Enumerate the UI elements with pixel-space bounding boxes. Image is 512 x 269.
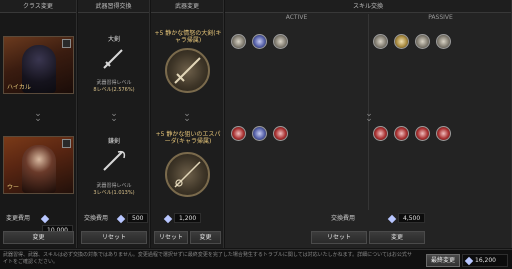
sickle-sword-icon	[103, 150, 126, 171]
passive-label: PASSIVE	[428, 14, 453, 21]
footer-note: 武器習得、武器、スキルは必ず交換の対象ではありません。変更過程で選択せずに最終変…	[3, 252, 412, 265]
current-character-portrait[interactable]: ハイカル	[3, 36, 74, 94]
burst-skill-icon[interactable]	[252, 126, 267, 141]
class-cost-label: 変更費用	[6, 215, 31, 222]
gem-icon	[40, 214, 50, 223]
chevron-down-icon: ⌄	[110, 114, 118, 124]
fang-skill-icon[interactable]	[273, 126, 288, 141]
gem-icon	[387, 214, 397, 223]
skill-swap-panel: スキル交換 ACTIVE PASSIVE ⌄ ⌄ 交換費用 4,500 リセット…	[225, 0, 512, 248]
shield-skill-icon[interactable]	[436, 34, 451, 49]
bird-skill-icon[interactable]	[273, 34, 288, 49]
skill-cost-value: 4,500	[398, 213, 426, 223]
target-character-portrait[interactable]: ウー	[3, 136, 74, 194]
active-label: ACTIVE	[285, 14, 308, 21]
skill-swap-header: スキル交換	[225, 0, 511, 13]
skill-reset-button[interactable]: リセット	[311, 231, 367, 244]
class-change-panel: クラス変更 ハイカル ⌄ ⌄ ウー 変更費用 10,000 変更	[0, 0, 77, 248]
final-cost-wrap: 16,200	[462, 254, 508, 267]
gem-icon	[464, 256, 474, 265]
weapon-change-header: 武器変更	[151, 0, 223, 13]
slash-skill-icon[interactable]	[231, 126, 246, 141]
swap-icon[interactable]	[62, 39, 71, 48]
weapon-cost-value-wrap: 1,200	[163, 213, 202, 225]
bottom-mastery-value: 3レベル(1.013%)	[93, 190, 135, 196]
top-weapon-slot[interactable]	[165, 48, 210, 93]
chevron-down-icon: ⌄	[365, 114, 373, 124]
class-change-button[interactable]: 変更	[3, 231, 74, 244]
wing-skill-icon[interactable]	[231, 34, 246, 49]
flame-skill-icon[interactable]	[373, 126, 388, 141]
heart-skill-icon[interactable]	[436, 126, 451, 141]
weapon-change-panel: 武器変更 +5 静かな情怒の大剣(キャラ帰属) ⌄ ⌄ +5 静かな狙いのエスパ…	[151, 0, 224, 248]
swap-icon[interactable]	[62, 139, 71, 148]
blade-skill-icon[interactable]	[415, 34, 430, 49]
top-mastery-value: 8レベル(2.576%)	[93, 87, 135, 93]
chevron-down-icon: ⌄	[34, 114, 42, 124]
skill-cost-label: 交換費用	[331, 215, 356, 222]
weapon-reset-button[interactable]: リセット	[154, 231, 188, 244]
chevron-down-icon: ⌄	[183, 114, 191, 124]
gem-skill-icon[interactable]	[394, 126, 409, 141]
target-character-name: ウー	[7, 184, 20, 191]
swirl-skill-icon[interactable]	[373, 34, 388, 49]
claw-skill-icon[interactable]	[415, 126, 430, 141]
class-change-header: クラス変更	[0, 0, 76, 13]
bottom-weapon-title: +5 静かな狙いのエスパーダ(キャラ帰属)	[155, 131, 221, 145]
bottom-weapon-slot[interactable]	[165, 152, 210, 197]
mastery-reset-button[interactable]: リセット	[81, 231, 147, 244]
current-character-name: ハイカル	[7, 84, 31, 91]
skill-cost-value-wrap: 4,500	[387, 213, 426, 225]
greatsword-icon	[103, 49, 123, 69]
gem-icon	[163, 214, 173, 223]
weapon-change-button[interactable]: 変更	[190, 231, 221, 244]
character-silhouette-icon	[22, 145, 56, 193]
top-mastery-label: 武器習得レベル	[96, 80, 132, 86]
greatsword-icon	[174, 57, 201, 84]
footer-bar: 武器習得、武器、スキルは必ず交換の対象ではありません。変更過程で選択せずに最終変…	[0, 249, 512, 269]
class-cost-value-wrap: 10,000	[40, 213, 76, 235]
weapon-mastery-header: 武器習得交換	[78, 0, 149, 13]
top-weapon-title: +5 静かな情怒の大剣(キャラ帰属)	[154, 30, 222, 44]
mastery-cost-value-wrap: 500	[116, 213, 149, 225]
bottom-weapon-name: 鎌剣	[107, 138, 120, 145]
feather-skill-icon[interactable]	[394, 34, 409, 49]
rapier-icon	[174, 161, 201, 188]
final-change-button[interactable]: 最終変更	[426, 254, 460, 267]
weapon-cost-value: 1,200	[174, 213, 202, 223]
skill-change-button[interactable]: 変更	[369, 231, 425, 244]
star-skill-icon[interactable]	[252, 34, 267, 49]
weapon-mastery-panel: 武器習得交換 大剣 武器習得レベル 8レベル(2.576%) ⌄ ⌄ 鎌剣 武器…	[78, 0, 150, 248]
gem-icon	[116, 214, 126, 223]
final-cost-value: 16,200	[475, 257, 496, 264]
top-weapon-name: 大剣	[107, 36, 120, 43]
mastery-cost-value: 500	[127, 213, 149, 223]
mastery-cost-label: 交換費用	[84, 215, 109, 222]
bottom-mastery-label: 武器習得レベル	[96, 183, 132, 189]
